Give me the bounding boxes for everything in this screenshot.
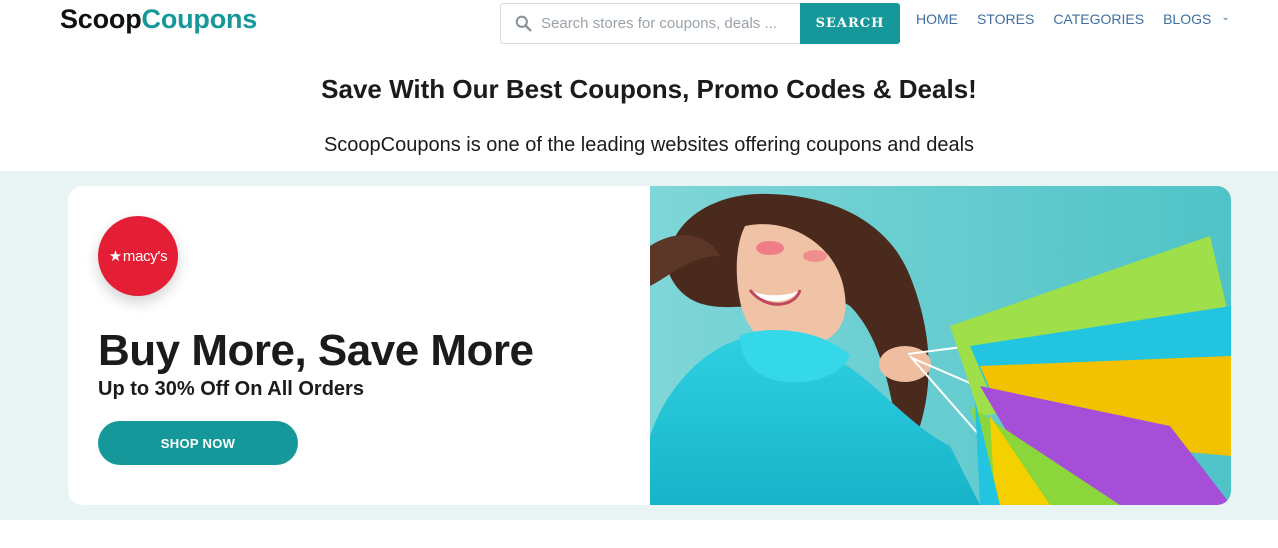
nav-blogs[interactable]: BLOGS ⌄: [1163, 11, 1230, 27]
logo-part-coupons: Coupons: [141, 4, 258, 34]
hero-content: ★ macy's Buy More, Save More Up to 30% Of…: [68, 186, 650, 505]
nav-categories[interactable]: CATEGORIES: [1053, 11, 1144, 27]
main-nav: HOME STORES CATEGORIES BLOGS ⌄: [916, 11, 1230, 27]
macys-star-icon: ★: [108, 248, 122, 265]
page-subheading: ScoopCoupons is one of the leading websi…: [323, 134, 975, 156]
search-field-wrapper: [500, 3, 800, 44]
nav-home[interactable]: HOME: [916, 11, 958, 27]
hero-title: Buy More, Save More: [98, 326, 534, 375]
hero-image: [650, 186, 1231, 505]
brand-logo-text: macy's: [122, 247, 168, 265]
logo-part-scoop: Scoop: [60, 4, 142, 34]
nav-stores[interactable]: STORES: [977, 11, 1034, 27]
chevron-down-icon[interactable]: ⌄: [1221, 12, 1229, 23]
search-bar: SEARCH: [500, 3, 900, 44]
hero-card: ★ macy's Buy More, Save More Up to 30% Of…: [68, 186, 1231, 505]
nav-blogs-label: BLOGS: [1163, 11, 1212, 27]
brand-logo[interactable]: ★ macy's: [98, 216, 178, 296]
shop-now-button[interactable]: SHOP NOW: [98, 421, 298, 465]
search-button[interactable]: SEARCH: [800, 3, 900, 44]
search-input[interactable]: [541, 4, 796, 43]
site-header: ScoopCoupons SEARCH HOME STORES CATEGORI…: [0, 0, 1278, 52]
site-logo[interactable]: ScoopCoupons: [60, 4, 257, 35]
page-heading: Save With Our Best Coupons, Promo Codes …: [321, 74, 977, 104]
search-icon: [515, 15, 532, 32]
hero-subtitle: Up to 30% Off On All Orders: [98, 378, 364, 400]
